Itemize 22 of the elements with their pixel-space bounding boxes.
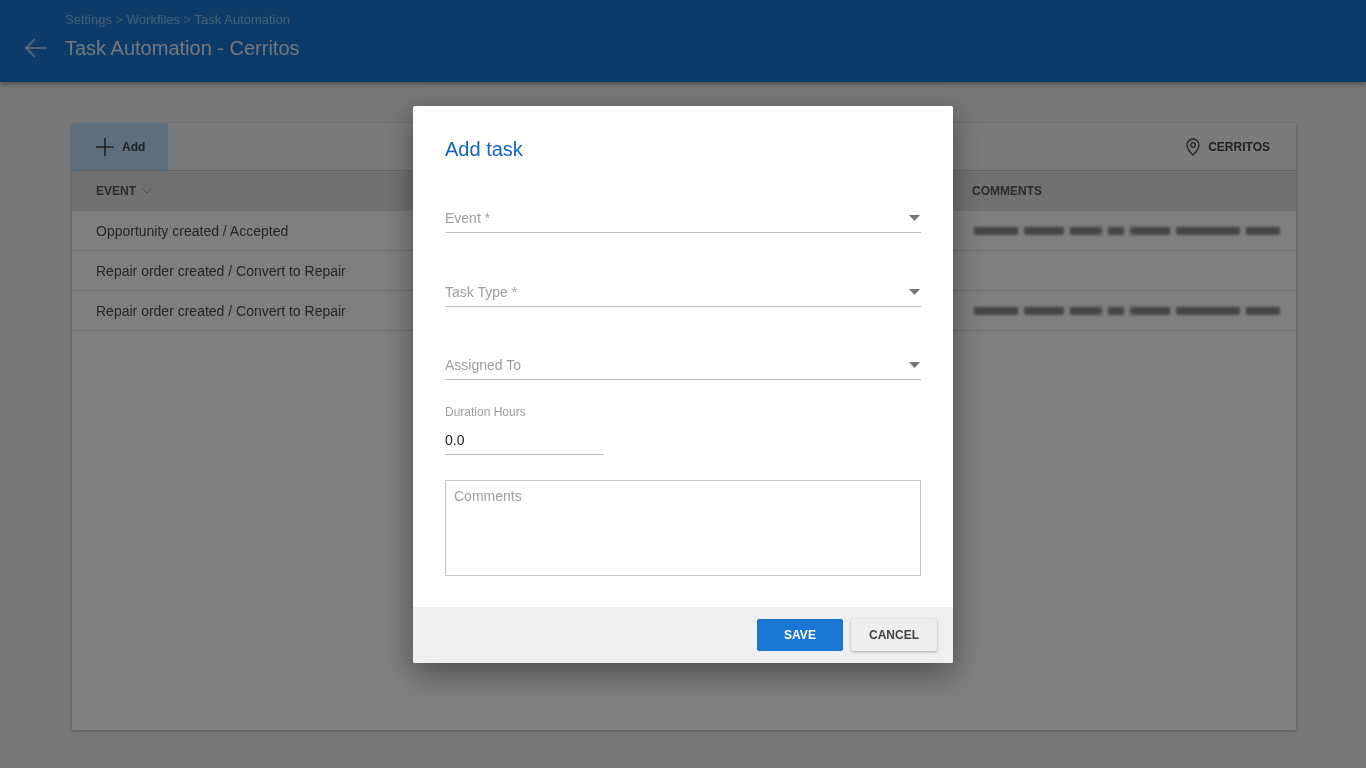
dropdown-field[interactable]: Task Type * <box>445 278 921 307</box>
table-cell: Repair order created / Convert to Repair <box>96 262 346 279</box>
field-label: Duration Hours <box>445 404 526 419</box>
column-header[interactable]: EVENT <box>96 184 136 198</box>
dropdown-field[interactable]: Event * <box>445 204 921 233</box>
save-button[interactable]: SAVE <box>757 618 843 651</box>
comments-field[interactable]: Comments <box>445 479 921 576</box>
caret-icon <box>909 215 920 221</box>
page-title: Task Automation - Cerritos <box>65 36 300 60</box>
dialog-title: Add task <box>445 136 524 162</box>
table-cell: Opportunity created / Accepted <box>96 222 289 239</box>
add-button[interactable]: Add <box>72 123 169 170</box>
caret-icon <box>909 289 920 295</box>
column-header[interactable]: COMMENTS <box>972 184 1042 198</box>
table-cell: Repair order created / Convert to Repair <box>96 302 346 319</box>
caret-icon <box>909 362 920 368</box>
cancel-button[interactable]: CANCEL <box>851 618 937 651</box>
input-field[interactable]: 0.0 <box>445 425 604 455</box>
dropdown-field[interactable]: Assigned To <box>445 351 921 380</box>
plus-icon <box>96 137 114 156</box>
location-button[interactable]: CERRITOS <box>1186 123 1296 170</box>
location-pin-icon <box>1186 137 1201 156</box>
